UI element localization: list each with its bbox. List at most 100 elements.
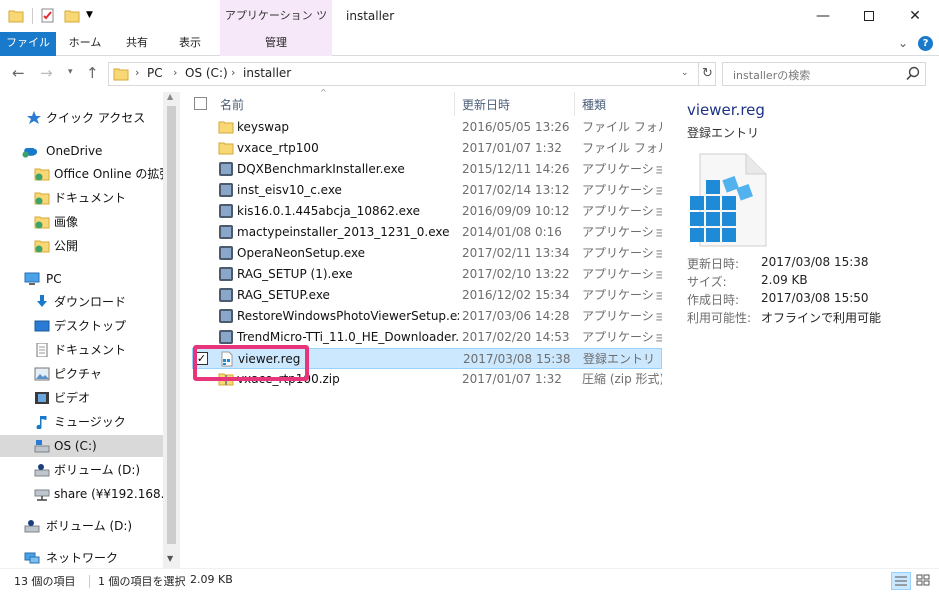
sidebar-item-desktop[interactable]: デスクトップ [0,315,163,337]
file-row[interactable]: OperaNeonSetup.exe 2017/02/11 13:34 アプリケーシ… [192,243,662,264]
address-bar[interactable]: › PC › OS (C:) › installer ⌄ ↻ [108,62,716,86]
column-divider[interactable] [574,92,575,116]
sidebar-item-music[interactable]: ミュージック [0,411,163,433]
cloud-icon [22,147,38,158]
properties-icon[interactable] [40,8,56,23]
recent-locations-dropdown[interactable]: ▾ [68,67,73,77]
sidebar-item-public[interactable]: 公開 [0,235,163,257]
column-type[interactable]: 種類 [582,96,606,113]
sidebar-item-volume-d-2[interactable]: ボリューム (D:) [0,515,163,537]
breadcrumb-separator[interactable]: › [173,66,177,79]
sidebar-item-volume-d[interactable]: ボリューム (D:) [0,459,163,481]
network-icon [24,552,40,564]
details-view-button[interactable] [891,572,911,590]
folder-icon [218,142,234,155]
sidebar-item-pc[interactable]: PC [0,268,163,290]
file-row[interactable]: DQXBenchmarkInstaller.exe 2015/12/11 14:2… [192,159,662,180]
search-placeholder: installerの検索 [733,69,811,82]
back-button[interactable]: ← [12,64,25,82]
sidebar-item-videos[interactable]: ビデオ [0,387,163,409]
app-icon [219,288,233,302]
navpane-scrollbar[interactable]: ▲ ▼ [163,92,180,568]
refresh-button[interactable]: ↻ [698,63,716,85]
file-date: 2015/12/11 14:26 [462,162,570,176]
folder-icon[interactable] [8,8,24,23]
sidebar-item-label: ピクチャ [54,367,102,381]
tab-file[interactable]: ファイル [0,32,56,56]
column-name[interactable]: 名前 [220,96,244,113]
tab-manage[interactable]: 管理 [220,32,332,56]
forward-button[interactable]: → [40,64,53,82]
breadcrumb-separator[interactable]: › [135,66,139,79]
download-icon [37,295,47,307]
new-folder-icon[interactable] [64,8,80,23]
tab-home[interactable]: ホーム [60,32,110,56]
sidebar-item-label: PC [46,272,62,286]
sidebar-item-network[interactable]: ネットワーク [0,547,163,568]
up-button[interactable]: ↑ [86,64,99,82]
scroll-up-icon[interactable]: ▲ [167,92,173,101]
file-name: vxace_rtp100 [237,141,319,155]
picture-icon [34,367,50,381]
file-date: 2017/02/14 13:12 [462,183,570,197]
file-row[interactable]: mactypeinstaller_2013_1231_0.exe 2014/01/… [192,222,662,243]
details-key: 作成日時: [687,293,740,307]
file-row[interactable]: RAG_SETUP (1).exe 2017/02/10 13:22 アプリケーショ… [192,264,662,285]
address-dropdown[interactable]: ⌄ [681,68,689,78]
maximize-button[interactable] [846,0,892,32]
file-row[interactable]: RestoreWindowsPhotoViewerSetup.exe 2017/0… [192,306,662,327]
file-name: RestoreWindowsPhotoViewerSetup.exe [237,309,459,323]
window-title: installer [346,9,395,23]
breadcrumb-pc[interactable]: PC [147,66,163,80]
sidebar-item-documents[interactable]: ドキュメント [0,339,163,361]
file-row[interactable]: inst_eisv10_c.exe 2017/02/14 13:12 アプリケーショ… [192,180,662,201]
select-all-checkbox[interactable] [194,97,207,110]
file-row[interactable]: RAG_SETUP.exe 2016/12/02 15:34 アプリケーション [192,285,662,306]
file-row[interactable]: vxace_rtp100 2017/01/07 1:32 ファイル フォルダー [192,138,662,159]
sidebar-item-onedrive-documents[interactable]: ドキュメント [0,187,163,209]
app-icon [219,204,233,218]
breadcrumb-drive[interactable]: OS (C:) [185,66,228,80]
column-divider[interactable] [454,92,455,116]
sidebar-item-downloads[interactable]: ダウンロード [0,291,163,313]
large-icons-view-button[interactable] [914,572,934,590]
sidebar-item-office-online[interactable]: Office Online の拡張 [0,163,163,185]
sidebar-item-label: ドキュメント [54,191,127,205]
file-row[interactable]: kis16.0.1.445abcja_10862.exe 2016/09/09 1… [192,201,662,222]
search-input[interactable]: installerの検索 [722,62,926,86]
sidebar-item-pictures[interactable]: ピクチャ [0,363,163,385]
breadcrumb-separator[interactable]: › [231,66,235,79]
expand-ribbon-icon[interactable]: ⌄ [898,36,908,50]
minimize-button[interactable]: — [800,0,846,32]
details-value: オフラインで利用可能 [761,311,882,325]
file-date: 2017/03/06 14:28 [462,309,570,323]
sidebar-item-label: Office Online の拡張 [54,167,163,181]
scrollbar-thumb[interactable] [167,106,176,544]
details-key: サイズ: [687,275,727,289]
help-icon[interactable]: ? [918,36,933,51]
sidebar-item-share[interactable]: share (¥¥192.168.1.18 [0,483,163,505]
sidebar-item-quick-access[interactable]: クイック アクセス [0,107,163,129]
file-type: アプリケーション [582,330,662,344]
breadcrumb-folder[interactable]: installer [243,66,291,80]
sidebar-item-images[interactable]: 画像 [0,211,163,233]
tab-view[interactable]: 表示 [164,32,216,56]
close-button[interactable]: ✕ [892,0,938,32]
app-icon [219,267,233,281]
file-type: アプリケーション [582,162,662,176]
drive-icon [24,520,40,533]
tab-share[interactable]: 共有 [114,32,160,56]
folder-synced-icon [34,216,50,229]
search-icon[interactable] [905,66,921,82]
drive-icon [34,440,50,453]
file-row[interactable]: keyswap 2016/05/05 13:26 ファイル フォルダー [192,117,662,138]
sidebar-item-label: ミュージック [54,415,126,429]
customize-toolbar-dropdown[interactable]: ▼ [86,10,102,25]
details-value: 2017/03/08 15:50 [761,291,869,305]
sidebar-item-onedrive[interactable]: OneDrive [0,140,163,162]
sidebar-item-os-c[interactable]: OS (C:) [0,435,163,457]
column-date[interactable]: 更新日時 [462,96,510,113]
file-date: 2017/02/10 13:22 [462,267,570,281]
scroll-down-icon[interactable]: ▼ [167,554,173,563]
file-date: 2017/01/07 1:32 [462,141,562,155]
